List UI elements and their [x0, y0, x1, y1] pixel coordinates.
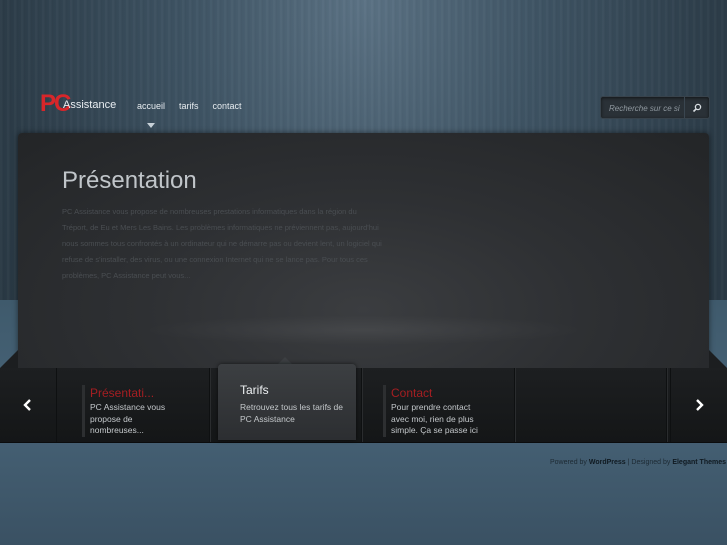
search-box: [600, 96, 710, 119]
slider-next-button[interactable]: [670, 368, 727, 442]
panel-wing-right: [709, 350, 727, 368]
slider-item-contact[interactable]: Contact Pour prendre contact avec moi, r…: [383, 368, 509, 442]
slider-divider: [666, 368, 667, 442]
presentation-text: PC Assistance vous propose de nombreuses…: [62, 207, 382, 280]
featured-slider: Présentati... PC Assistance vous propose…: [0, 364, 727, 443]
main-nav: accueil tarifs contact: [137, 101, 242, 128]
slider-prev-button[interactable]: [0, 368, 57, 442]
slider-divider: [514, 368, 515, 442]
footer-powered-text: Powered by: [549, 459, 587, 466]
slider-item-desc: Retrouvez tous les tarifs de PC Assistan…: [240, 402, 343, 424]
footer-elegant-themes-link[interactable]: Elegant Themes: [672, 459, 726, 466]
active-slide-pointer: [278, 357, 292, 364]
slider-item-desc: PC Assistance vous propose de nombreuses…: [90, 402, 166, 435]
presentation-title: Présentation: [62, 167, 197, 194]
slider-item-tarifs[interactable]: Tarifs Retrouvez tous les tarifs de PC A…: [218, 364, 356, 440]
nav-accueil[interactable]: accueil: [137, 101, 165, 128]
nav-contact[interactable]: contact: [213, 101, 242, 111]
panel-wing-left: [0, 350, 18, 368]
chevron-right-icon: [696, 399, 704, 411]
slider-divider: [209, 368, 210, 442]
logo-assistance-text: Assistance: [63, 99, 117, 111]
nav-tarifs[interactable]: tarifs: [179, 101, 199, 111]
featured-panel: Présentation PC Assistance vous propose …: [18, 133, 709, 369]
slider-item-presentation[interactable]: Présentati... PC Assistance vous propose…: [82, 368, 208, 442]
search-button[interactable]: [684, 97, 709, 118]
site-logo[interactable]: PC Assistance: [40, 90, 120, 120]
footer-designed-text: | Designed by: [627, 459, 671, 466]
slider-item-desc: Pour prendre contact avec moi, rien de p…: [391, 402, 478, 435]
footer-credits: Powered by WordPress | Designed by Elega…: [550, 459, 726, 466]
search-icon: [692, 103, 702, 112]
search-input[interactable]: [607, 100, 685, 116]
header: PC Assistance accueil tarifs contact: [0, 0, 727, 130]
item-accent-bar: [82, 385, 85, 437]
slider-item-title: Contact: [391, 386, 433, 400]
slider-divider: [361, 368, 362, 442]
footer-wordpress-link[interactable]: WordPress: [589, 459, 626, 466]
slider-item-title: Tarifs: [240, 383, 269, 397]
item-accent-bar: [383, 385, 386, 437]
slider-item-title: Présentati...: [90, 386, 155, 400]
chevron-left-icon: [23, 399, 31, 411]
